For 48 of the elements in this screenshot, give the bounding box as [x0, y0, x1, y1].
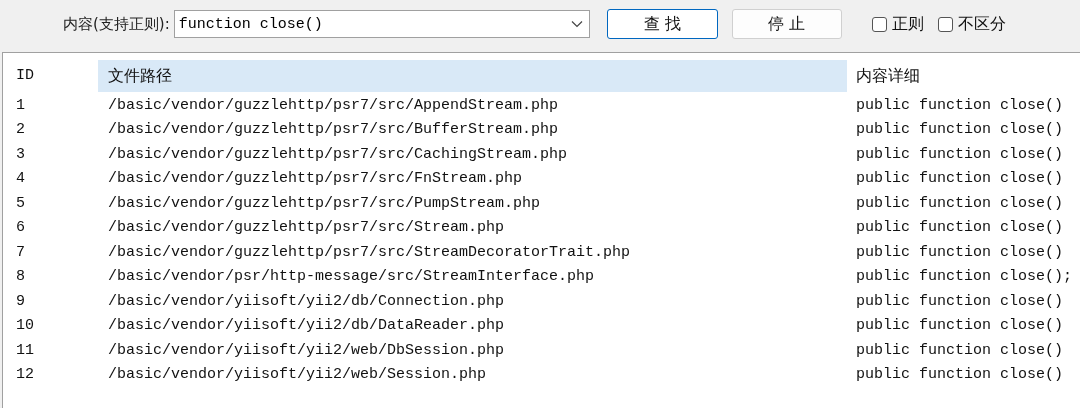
table-cell-text: /basic/vendor/yiisoft/yii2/web/Session.php: [107, 366, 488, 384]
search-button[interactable]: 停 止: [731, 9, 842, 39]
table-cell-text: /basic/vendor/guzzlehttp/psr7/src/StreamDecoratorTrait.php: [107, 243, 632, 261]
table-cell-text: /basic/vendor/yiisoft/yii2/web/DbSession.php: [107, 341, 506, 359]
table-cell-text: 10: [15, 317, 35, 335]
table-cell-text: /basic/vendor/guzzlehttp/psr7/src/Stream.php: [107, 219, 506, 237]
table-cell-text: 1: [15, 96, 26, 114]
table-cell-text: /basic/vendor/psr/http-message/src/StreamInterface.php: [107, 268, 596, 286]
column-header[interactable]: 文件路径: [98, 60, 847, 92]
table-cell-text: public function close(): [855, 145, 1065, 163]
checkbox[interactable]: [937, 16, 953, 32]
table-cell-text: 4: [15, 170, 26, 188]
table-cell-text: 7: [15, 243, 26, 261]
table-cell-text: 6: [15, 219, 26, 237]
caret-icon[interactable]: [570, 20, 583, 28]
table-cell-text: /basic/vendor/guzzlehttp/psr7/src/CachingStream.php: [107, 145, 569, 163]
table-cell-text: public function close(): [855, 366, 1065, 384]
search-button[interactable]: 查 找: [606, 9, 718, 39]
search-field[interactable]: function close(): [173, 10, 590, 38]
table-cell-text: 12: [15, 366, 35, 384]
search-label: 内容(支持正则):: [63, 14, 170, 34]
table-cell-text: 3: [15, 145, 26, 163]
column-header[interactable]: ID: [3, 60, 98, 92]
table-cell-text: public function close(): [855, 243, 1065, 261]
table-cell-text: public function close(): [855, 341, 1065, 359]
table-cell-text: public function close(): [855, 96, 1065, 114]
table-cell-text: 11: [15, 341, 35, 359]
table-cell-text: /basic/vendor/yiisoft/yii2/db/Connection.php: [107, 292, 506, 310]
table-cell-text: 9: [15, 292, 26, 310]
table-cell-text: /basic/vendor/guzzlehttp/psr7/src/BufferStream.php: [107, 121, 560, 139]
table-cell-text: public function close(): [855, 219, 1065, 237]
table-cell-text: public function close(): [855, 194, 1065, 212]
checkbox-label: 正则: [891, 13, 924, 35]
table-cell-text: /basic/vendor/yiisoft/yii2/db/DataReader.php: [107, 317, 506, 335]
column-header[interactable]: 内容详细: [847, 60, 1080, 92]
table-cell-text: public function close(): [855, 292, 1065, 310]
table-cell-text: 8: [15, 268, 26, 286]
table-cell-text: public function close(): [855, 317, 1065, 335]
table-cell-text: public function close(): [855, 121, 1065, 139]
table-cell-text: /basic/vendor/guzzlehttp/psr7/src/FnStream.php: [107, 170, 524, 188]
table-cell-text: /basic/vendor/guzzlehttp/psr7/src/AppendStream.php: [107, 96, 560, 114]
checkbox-label: 不区分: [957, 13, 1006, 35]
table-cell-text: /basic/vendor/guzzlehttp/psr7/src/PumpStream.php: [107, 194, 542, 212]
table-cell-text: 5: [15, 194, 26, 212]
table-cell-text: public function close(): [855, 170, 1065, 188]
table-cell-text: public function close();: [855, 268, 1074, 286]
table-cell-text: 2: [15, 121, 26, 139]
checkbox[interactable]: [871, 16, 887, 32]
